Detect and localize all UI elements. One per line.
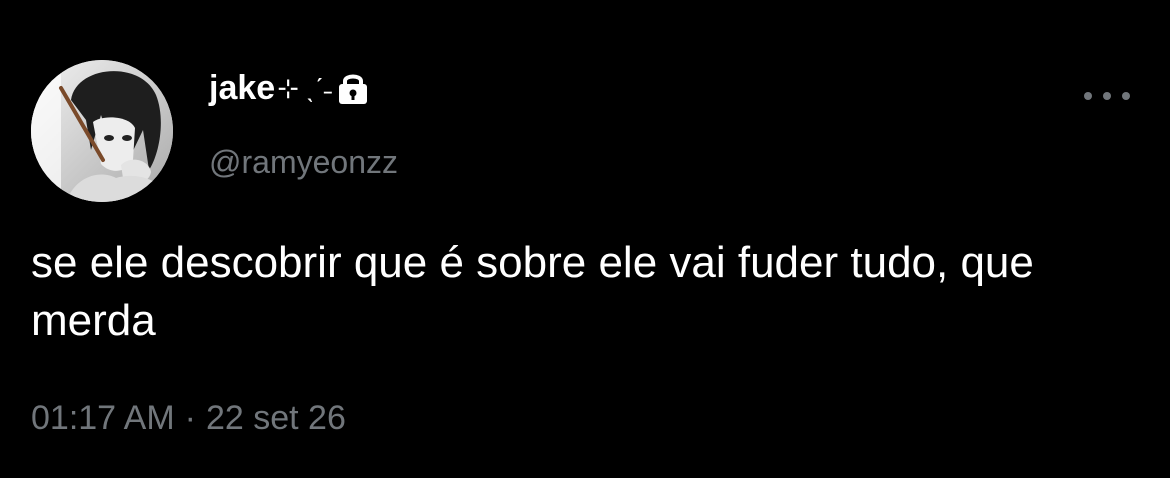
tweet-card: jake ⊹ ˎˊ˗ @ramyeonzz se ele descobrir q… (0, 0, 1170, 478)
author-display-name[interactable]: jake (209, 66, 275, 110)
tweet-date: 22 set 26 (205, 399, 346, 437)
avatar-image (31, 60, 173, 202)
tweet-time: 01:17 AM (31, 399, 175, 437)
name-decoration: ⊹ ˎˊ˗ (277, 73, 333, 103)
more-dot (1084, 92, 1092, 100)
more-dot (1103, 92, 1111, 100)
tweet-timestamp[interactable]: 01:17 AM · 22 set 26 (31, 396, 346, 440)
author-display-name-row[interactable]: jake ⊹ ˎˊ˗ (209, 66, 370, 110)
more-horizontal-icon[interactable] (1084, 84, 1130, 108)
avatar[interactable] (31, 60, 173, 202)
more-dot (1122, 92, 1130, 100)
tweet-text: se ele descobrir que é sobre ele vai fud… (31, 238, 1034, 345)
meta-separator: · (184, 399, 196, 437)
author-handle[interactable]: @ramyeonzz (209, 142, 398, 182)
lock-icon (336, 70, 370, 106)
